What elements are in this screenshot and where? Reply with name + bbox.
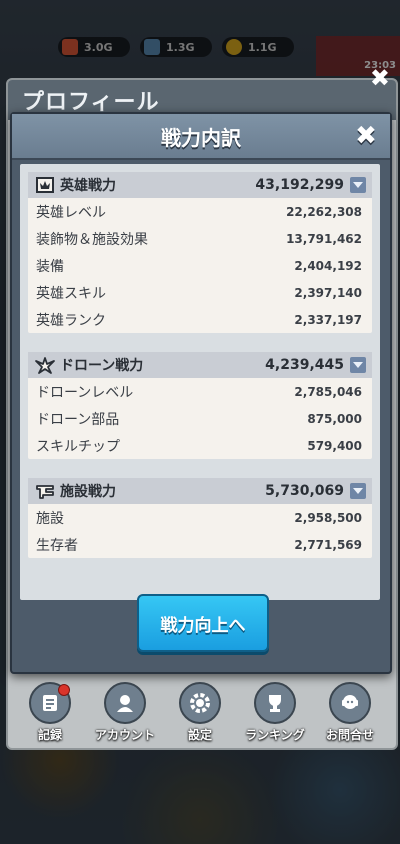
nav-label: ランキング [245,728,305,742]
support-icon [329,682,371,724]
section-header[interactable]: 英雄戦力 43,192,299 [28,172,372,198]
chevron-down-icon[interactable] [350,177,366,193]
list-item: 生存者 2,771,569 [28,531,372,558]
section-title: 英雄戦力 [60,178,116,194]
item-value: 2,337,197 [294,312,362,327]
nav-label: 設定 [187,728,212,742]
list-item: 装備 2,404,192 [28,252,372,279]
item-label: 英雄ランク [36,312,106,329]
nav-record[interactable]: 記録 [14,682,86,744]
item-value: 2,404,192 [294,258,362,273]
list-item: 装飾物＆施設効果 13,791,462 [28,225,372,252]
nav-label: 記録 [37,728,62,742]
item-value: 875,000 [307,411,362,426]
section-header[interactable]: ドローン戦力 4,239,445 [28,352,372,378]
drone-power-section: ドローン戦力 4,239,445 ドローンレベル 2,785,046 ドローン部品… [28,352,372,459]
hero-power-section: 英雄戦力 43,192,299 英雄レベル 22,262,308 装飾物＆施設効果… [28,172,372,333]
list-item: スキルチップ 579,400 [28,432,372,459]
list-item: 英雄スキル 2,397,140 [28,279,372,306]
item-value: 579,400 [307,438,362,453]
item-label: 装備 [36,258,64,275]
section-total: 43,192,299 [255,177,344,193]
item-label: ドローン部品 [36,411,120,428]
nav-label: アカウント [94,728,155,742]
item-label: 英雄レベル [36,204,106,221]
chevron-down-icon[interactable] [350,357,366,373]
list-item: 英雄ランク 2,337,197 [28,306,372,333]
notification-badge [58,684,70,696]
modal-header: 戦力内訳 ✖ [12,114,390,160]
item-value: 2,397,140 [294,285,362,300]
facility-power-section: 施設戦力 5,730,069 施設 2,958,500 生存者 2,771,569 [28,478,372,558]
section-title: ドローン戦力 [60,358,144,374]
list-item: 施設 2,958,500 [28,504,372,531]
list-item: ドローン部品 875,000 [28,405,372,432]
account-icon [104,682,146,724]
item-label: 生存者 [36,537,78,554]
power-up-button-label: 戦力向上へ [160,615,246,636]
item-value: 22,262,308 [286,204,362,219]
power-up-button[interactable]: 戦力向上へ [137,594,269,652]
modal-title: 戦力内訳 [161,126,241,150]
item-value: 2,785,046 [294,384,362,399]
nav-contact[interactable]: お問合せ [314,682,386,744]
nav-settings[interactable]: 設定 [164,682,236,744]
bottom-nav: 記録 アカウント 設定 ランキング お問合せ [14,682,386,744]
section-header[interactable]: 施設戦力 5,730,069 [28,478,372,504]
trophy-icon [254,682,296,724]
nav-label: お問合せ [325,728,374,742]
facility-icon [34,480,56,502]
item-label: 施設 [36,510,64,527]
section-title: 施設戦力 [60,484,116,500]
chevron-down-icon[interactable] [350,483,366,499]
item-value: 2,771,569 [294,537,362,552]
item-label: 装飾物＆施設効果 [36,231,148,248]
drone-icon [34,354,56,376]
item-value: 13,791,462 [286,231,362,246]
item-label: ドローンレベル [36,384,134,401]
profile-close-icon[interactable]: ✖ [370,64,390,92]
gear-icon [179,682,221,724]
nav-ranking[interactable]: ランキング [239,682,311,744]
close-button[interactable]: ✖ [350,120,382,152]
list-item: 英雄レベル 22,262,308 [28,198,372,225]
list-item: ドローンレベル 2,785,046 [28,378,372,405]
item-label: スキルチップ [36,438,120,455]
power-breakdown-modal: 戦力内訳 ✖ 英雄戦力 43,192,299 英雄レベル 22,262,308 装… [10,112,392,674]
section-total: 5,730,069 [265,483,344,499]
nav-account[interactable]: アカウント [89,682,161,744]
section-total: 4,239,445 [265,357,344,373]
breakdown-content: 英雄戦力 43,192,299 英雄レベル 22,262,308 装飾物＆施設効果… [20,164,380,600]
item-label: 英雄スキル [36,285,106,302]
hero-icon [34,174,56,196]
item-value: 2,958,500 [294,510,362,525]
